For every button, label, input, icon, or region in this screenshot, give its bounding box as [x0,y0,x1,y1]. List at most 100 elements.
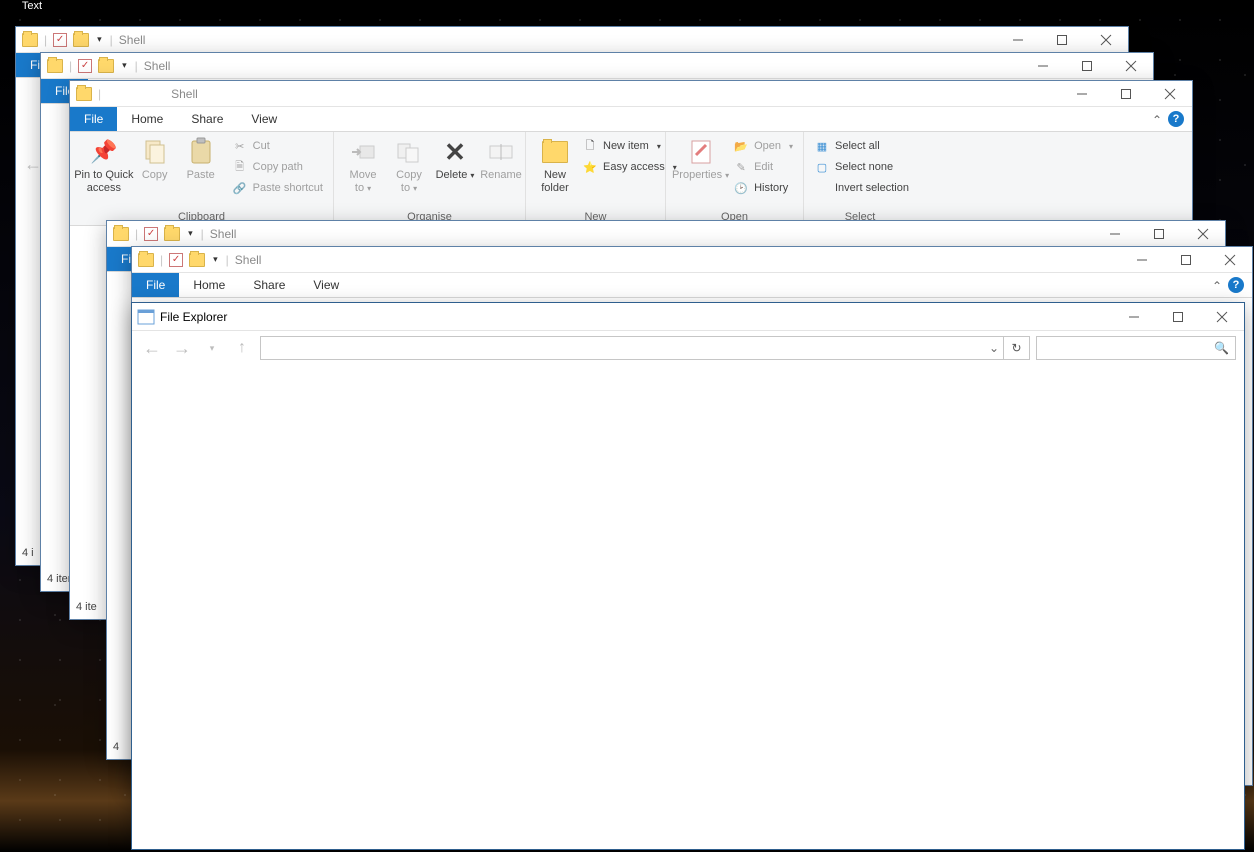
edit-icon: ✎ [733,159,749,175]
file-tab[interactable]: File [70,107,117,131]
titlebar[interactable]: | ✓ ▾ | Shell [132,247,1252,273]
delete-icon: ✕ [440,137,470,167]
maximize-button[interactable] [1164,247,1208,273]
search-icon: 🔍 [1214,341,1229,355]
minimize-button[interactable] [1093,221,1137,247]
help-icon[interactable]: ? [1228,277,1244,293]
ribbon-tabs: File Home Share View ⌃ ? [132,273,1252,298]
desktop-text-icon[interactable]: Text [2,0,62,12]
desktop-text-label: Text [2,0,62,12]
titlebar[interactable]: | ✓ ▾ | Shell [41,53,1153,79]
delete-button[interactable]: ✕ Delete [432,135,478,184]
pin-to-quick-access-button[interactable]: 📌 Pin to Quick access [76,135,132,197]
titlebar[interactable]: File Explorer [132,303,1244,331]
rename-icon [486,137,516,167]
view-tab[interactable]: View [299,273,353,297]
minimize-button[interactable] [1112,304,1156,330]
close-button[interactable] [1181,221,1225,247]
collapse-ribbon-icon[interactable]: ⌃ [1152,107,1168,131]
close-button[interactable] [1109,53,1153,79]
view-tab[interactable]: View [237,107,291,131]
chevron-down-icon[interactable]: ▾ [95,34,104,45]
open-button[interactable]: 📂Open [729,137,797,155]
forward-button[interactable]: → [170,336,194,360]
share-tab[interactable]: Share [239,273,299,297]
maximize-button[interactable] [1156,304,1200,330]
ribbon-tabs: File Home Share View ⌃ ? [70,107,1192,132]
cut-button[interactable]: ✂Cut [228,137,327,155]
maximize-button[interactable] [1137,221,1181,247]
move-to-icon [348,137,378,167]
window-title: Shell [235,253,262,267]
minimize-button[interactable] [1120,247,1164,273]
help-icon[interactable]: ? [1168,111,1184,127]
check-icon: ✓ [78,59,92,73]
recent-locations-button[interactable]: ▾ [200,336,224,360]
chevron-down-icon[interactable]: ▾ [120,60,129,71]
copy-path-icon: 🗎 [232,159,248,175]
address-bar[interactable]: ⌄ [260,336,1004,360]
new-item-icon: 🗋 [582,138,598,154]
chevron-down-icon[interactable]: ▾ [186,228,195,239]
invert-selection-icon [814,180,830,196]
collapse-ribbon-icon[interactable]: ⌃ [1212,273,1228,297]
easy-access-icon: ⭐ [582,159,598,175]
file-tab[interactable]: File [132,273,179,297]
share-tab[interactable]: Share [177,107,237,131]
close-button[interactable] [1200,304,1244,330]
separator: | [44,33,47,47]
up-button[interactable]: ↑ [230,336,254,360]
folder-icon [164,227,180,241]
chevron-down-icon[interactable]: ▾ [211,254,220,265]
ribbon-group-select: ▦Select all ▢Select none Invert selectio… [804,132,916,225]
status-bar: 4 [113,741,119,753]
invert-selection-button[interactable]: Invert selection [810,179,913,197]
paste-button[interactable]: Paste [178,135,224,184]
titlebar[interactable]: | Shell [70,81,1192,107]
paste-shortcut-button[interactable]: 🔗Paste shortcut [228,179,327,197]
close-button[interactable] [1148,81,1192,107]
home-tab[interactable]: Home [179,273,239,297]
back-button[interactable]: ← [140,336,164,360]
titlebar[interactable]: | ✓ ▾ | Shell [16,27,1128,53]
window-title: Shell [210,227,237,241]
select-all-button[interactable]: ▦Select all [810,137,913,155]
edit-button[interactable]: ✎Edit [729,158,797,176]
select-all-icon: ▦ [814,138,830,154]
nav-toolbar: ← → ▾ ↑ ⌄ ↻ 🔍 [132,331,1244,365]
search-box[interactable]: 🔍 [1036,336,1236,360]
copy-icon [140,137,170,167]
minimize-button[interactable] [996,27,1040,53]
home-tab[interactable]: Home [117,107,177,131]
titlebar[interactable]: | ✓ ▾ | Shell [107,221,1225,247]
copy-to-icon [394,137,424,167]
select-none-icon: ▢ [814,159,830,175]
open-icon: 📂 [733,138,749,154]
folder-icon [113,227,129,241]
window-title: Shell [144,59,171,73]
address-dropdown-icon[interactable]: ⌄ [985,341,1003,355]
copy-path-button[interactable]: 🗎Copy path [228,158,327,176]
copy-button[interactable]: Copy [132,135,178,184]
paste-icon [186,137,216,167]
file-explorer-window[interactable]: File Explorer ← → ▾ ↑ ⌄ ↻ 🔍 [131,302,1245,850]
check-icon: ✓ [144,227,158,241]
properties-button[interactable]: Properties [672,135,729,184]
maximize-button[interactable] [1065,53,1109,79]
refresh-button[interactable]: ↻ [1004,336,1030,360]
minimize-button[interactable] [1060,81,1104,107]
copy-to-button[interactable]: Copy to [386,135,432,197]
new-folder-button[interactable]: New folder [532,135,578,197]
minimize-button[interactable] [1021,53,1065,79]
maximize-button[interactable] [1104,81,1148,107]
close-button[interactable] [1084,27,1128,53]
close-button[interactable] [1208,247,1252,273]
folder-icon [98,59,114,73]
history-button[interactable]: 🕑History [729,179,797,197]
maximize-button[interactable] [1040,27,1084,53]
select-none-button[interactable]: ▢Select none [810,158,913,176]
folder-icon [76,87,92,101]
folder-icon [138,253,154,267]
rename-button[interactable]: Rename [478,135,524,184]
move-to-button[interactable]: Move to [340,135,386,197]
